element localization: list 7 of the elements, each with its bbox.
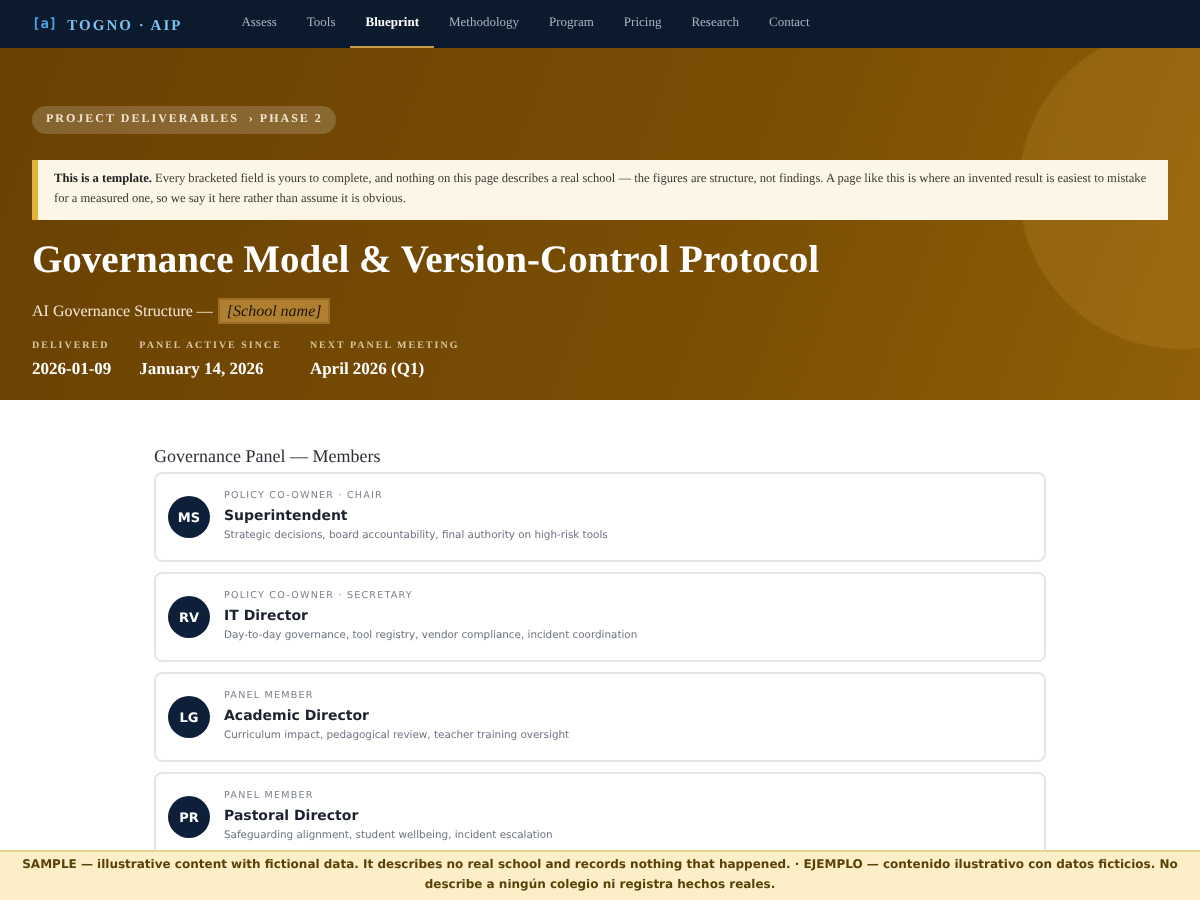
meta-value: January 14, 2026 xyxy=(139,358,266,378)
section-heading: Governance Panel — Members xyxy=(154,446,383,466)
meta-value: April 2026 (Q1) xyxy=(309,358,427,378)
placeholder-field: [School name] xyxy=(218,298,330,324)
page-title: Governance Model & Version-Control Protocol xyxy=(32,238,822,286)
meta-value: 2026-01-09 xyxy=(32,358,112,378)
subtitle-text: AI Governance Structure — xyxy=(32,302,213,320)
